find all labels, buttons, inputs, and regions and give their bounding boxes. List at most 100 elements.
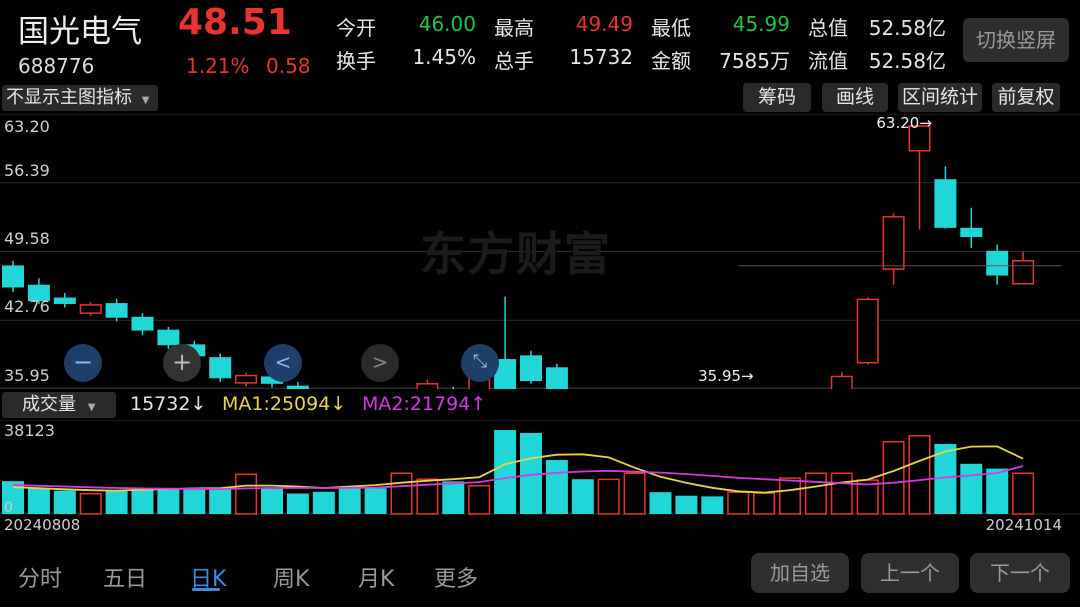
active-tab-underline bbox=[192, 588, 220, 591]
previous-button[interactable]: 上一个 bbox=[861, 553, 959, 593]
volume-bar bbox=[364, 488, 387, 514]
volume-ma2: MA2:21794↑ bbox=[362, 393, 487, 415]
stat-label: 总值 bbox=[808, 16, 848, 40]
volume-value: 15732↓ bbox=[130, 393, 207, 415]
volume-bar bbox=[804, 472, 827, 515]
volume-ma1: MA1:25094↓ bbox=[222, 393, 347, 415]
volume-bar bbox=[571, 479, 594, 514]
volume-bar bbox=[1012, 472, 1035, 515]
stock-name: 国光电气 bbox=[18, 14, 142, 50]
tab-4[interactable]: 月K bbox=[358, 561, 394, 593]
volume-bar bbox=[53, 490, 76, 514]
stat-label: 流值 bbox=[808, 49, 848, 73]
volume-bar bbox=[623, 472, 646, 515]
candle-body bbox=[157, 329, 180, 346]
volume-axis-min: 0 bbox=[4, 500, 13, 516]
stat-value: 52.58亿 bbox=[868, 49, 946, 73]
x-axis-start-date: 20240808 bbox=[4, 516, 80, 534]
candle-body bbox=[79, 304, 102, 314]
switch-portrait-button[interactable]: 切换竖屏 bbox=[963, 18, 1069, 62]
add-watchlist-button[interactable]: 加自选 bbox=[751, 553, 849, 593]
volume-bar bbox=[338, 486, 361, 514]
candle-body bbox=[934, 179, 957, 228]
candle-body bbox=[286, 385, 309, 389]
candle-body bbox=[209, 357, 232, 379]
candle-body bbox=[235, 374, 258, 384]
change-percent: 1.21% bbox=[186, 54, 250, 78]
volume-bar bbox=[960, 463, 983, 514]
candle-body bbox=[105, 303, 128, 318]
stat-label: 今开 bbox=[336, 16, 376, 40]
candle-body bbox=[53, 297, 76, 304]
candle-body bbox=[520, 355, 542, 382]
tab-0[interactable]: 分时 bbox=[18, 561, 62, 593]
volume-bar bbox=[882, 440, 905, 515]
extreme-annotation: 63.20→ bbox=[876, 114, 932, 132]
tab-5[interactable]: 更多 bbox=[434, 561, 478, 593]
stat-label: 最低 bbox=[651, 16, 691, 40]
volume-bar bbox=[79, 492, 102, 515]
tab-1[interactable]: 五日 bbox=[103, 561, 147, 593]
watermark: 东方财富 bbox=[420, 227, 612, 281]
x-axis-end-date: 20241014 bbox=[986, 516, 1062, 534]
stat-value: 49.49 bbox=[575, 12, 633, 36]
candle-body bbox=[830, 375, 853, 389]
volume-bar bbox=[494, 430, 517, 514]
change-amount: 0.58 bbox=[266, 54, 311, 78]
zoom-out-icon[interactable]: − bbox=[64, 344, 102, 382]
price-axis-label: 42.76 bbox=[4, 297, 50, 316]
volume-bar bbox=[105, 490, 128, 514]
candle-body bbox=[545, 367, 568, 389]
dropdown-arrow-icon: ▼ bbox=[87, 402, 96, 413]
candle-body bbox=[2, 265, 24, 288]
volume-bar bbox=[545, 460, 568, 514]
candle-body bbox=[131, 316, 154, 331]
chips-button[interactable]: 筹码 bbox=[743, 83, 811, 112]
volume-bar bbox=[235, 473, 258, 515]
next-button[interactable]: 下一个 bbox=[970, 553, 1070, 593]
stat-value: 45.99 bbox=[732, 12, 790, 36]
price-axis-label: 35.95 bbox=[4, 366, 50, 385]
draw-line-button[interactable]: 画线 bbox=[822, 83, 888, 112]
candle-body bbox=[960, 227, 983, 238]
tab-3[interactable]: 周K bbox=[273, 561, 309, 593]
price-axis-label: 56.39 bbox=[4, 161, 50, 180]
volume-bar bbox=[27, 488, 50, 514]
forward-adjust-button[interactable]: 前复权 bbox=[992, 83, 1060, 112]
volume-bar bbox=[209, 487, 232, 514]
price-axis-label: 49.58 bbox=[4, 229, 50, 248]
volume-bar bbox=[753, 492, 776, 515]
stock-code: 688776 bbox=[18, 54, 95, 78]
volume-select-label: 成交量 bbox=[22, 394, 76, 415]
stat-label: 总手 bbox=[494, 49, 534, 73]
volume-bar bbox=[908, 435, 931, 515]
stat-label: 换手 bbox=[336, 49, 376, 73]
volume-bar bbox=[131, 489, 154, 514]
volume-bar bbox=[390, 472, 413, 515]
zoom-in-icon[interactable]: + bbox=[163, 344, 201, 382]
volume-bar bbox=[286, 493, 309, 514]
dropdown-arrow-icon: ▼ bbox=[141, 95, 150, 106]
fullscreen-icon[interactable]: ⤡ bbox=[461, 344, 499, 382]
price-axis-label: 63.20 bbox=[4, 117, 50, 136]
candle-body bbox=[1012, 260, 1035, 285]
volume-select[interactable]: 成交量 ▼ bbox=[2, 392, 116, 418]
volume-bar bbox=[649, 492, 672, 514]
volume-chart[interactable]: 38123 020240808 20241014 bbox=[0, 420, 1080, 535]
interval-stats-button[interactable]: 区间统计 bbox=[898, 83, 982, 112]
volume-bar bbox=[830, 472, 853, 515]
indicator-select[interactable]: 不显示主图指标 ▼ bbox=[2, 85, 158, 111]
volume-bar bbox=[779, 477, 801, 515]
scroll-right-icon[interactable]: > bbox=[361, 344, 399, 382]
volume-bar bbox=[183, 487, 206, 514]
stat-label: 最高 bbox=[494, 16, 534, 40]
volume-bar bbox=[727, 491, 750, 515]
candle-body bbox=[416, 383, 439, 389]
scroll-left-icon[interactable]: < bbox=[264, 344, 302, 382]
candle-body bbox=[882, 216, 905, 270]
stat-value: 15732 bbox=[569, 45, 633, 69]
stat-value: 46.00 bbox=[418, 12, 476, 36]
volume-bar bbox=[442, 481, 465, 514]
stat-label: 金额 bbox=[651, 49, 691, 73]
stat-value: 1.45% bbox=[412, 45, 476, 69]
